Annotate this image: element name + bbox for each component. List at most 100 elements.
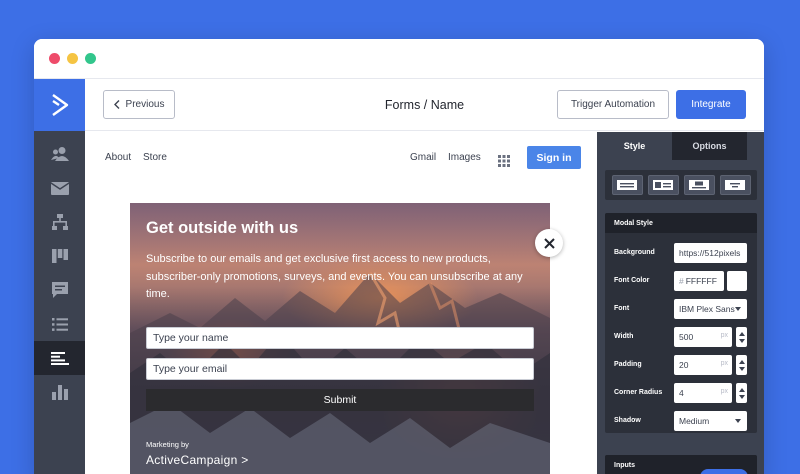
panel-tabs: Style Options: [597, 132, 764, 160]
padding-stepper[interactable]: [736, 355, 747, 375]
inputs-add-button[interactable]: [700, 469, 748, 474]
preview-signin-button[interactable]: Sign in: [527, 146, 581, 169]
layout-image-left-icon[interactable]: [647, 175, 679, 195]
padding-input[interactable]: 20 px: [674, 355, 732, 375]
decrement-icon[interactable]: [738, 394, 745, 399]
conversations-icon: [51, 282, 68, 298]
deals-icon: [51, 249, 68, 263]
chevron-left-icon: [113, 100, 120, 109]
corner-radius-value: 4: [679, 388, 684, 398]
modal-title: Get outside with us: [146, 219, 299, 237]
preview-nav-gmail[interactable]: Gmail: [410, 152, 436, 163]
nav-item-reports[interactable]: [34, 375, 85, 409]
width-value: 500: [679, 332, 694, 342]
decrement-icon[interactable]: [738, 338, 745, 343]
app-window: Previous Forms / Name Trigger Automation…: [34, 39, 764, 474]
shadow-select[interactable]: Medium: [674, 411, 747, 431]
font-color-swatch[interactable]: [727, 271, 747, 291]
width-label: Width: [614, 333, 634, 340]
shadow-label: Shadow: [614, 417, 641, 424]
width-stepper[interactable]: [736, 327, 747, 347]
padding-unit: px: [720, 360, 728, 367]
window-titlebar: [34, 39, 764, 79]
width-unit: px: [720, 332, 728, 339]
close-window-dot[interactable]: [49, 53, 60, 64]
tab-style-label: Style: [623, 141, 646, 151]
width-input[interactable]: 500 px: [674, 327, 732, 347]
layout-options: [605, 170, 757, 200]
close-icon: [543, 237, 555, 249]
font-select[interactable]: IBM Plex Sans: [674, 299, 747, 319]
trigger-automation-button[interactable]: Trigger Automation: [557, 90, 669, 119]
apps-grid-icon[interactable]: [498, 154, 510, 172]
lists-icon: [51, 317, 68, 331]
preview-nav-images[interactable]: Images: [448, 152, 481, 163]
preview-nav-about[interactable]: About: [105, 152, 131, 163]
preview-nav-store[interactable]: Store: [143, 152, 167, 163]
corner-radius-label: Corner Radius: [614, 389, 663, 396]
font-color-value: FFFFFF: [685, 276, 717, 286]
form-preview-canvas: About Store Gmail Images Sign in Get out…: [85, 132, 597, 474]
style-panel: Style Options Modal Style Background htt…: [597, 132, 764, 474]
email-input[interactable]: Type your email: [146, 358, 534, 380]
activecampaign-chevron-icon[interactable]: [34, 79, 85, 131]
forms-icon: [50, 351, 69, 365]
contacts-icon: [50, 146, 69, 162]
nav-item-forms[interactable]: [34, 341, 85, 375]
background-url-input[interactable]: https://512pixels: [674, 243, 747, 263]
modal-description: Subscribe to our emails and get exclusiv…: [146, 253, 523, 300]
tab-options[interactable]: Options: [672, 132, 747, 160]
font-label: Font: [614, 305, 630, 312]
marketing-by-label: Marketing by: [146, 440, 189, 449]
nav-item-contacts[interactable]: [34, 137, 85, 171]
integrate-button[interactable]: Integrate: [676, 90, 746, 119]
padding-label: Padding: [614, 361, 642, 368]
breadcrumb-parent[interactable]: Forms: [385, 98, 420, 112]
name-input[interactable]: Type your name: [146, 327, 534, 349]
modal-style-heading: Modal Style: [605, 213, 757, 233]
chevron-down-icon: [735, 419, 741, 423]
modal-style-section: Modal Style Background https://512pixels…: [605, 213, 757, 433]
decrement-icon[interactable]: [738, 366, 745, 371]
font-select-value: IBM Plex Sans: [679, 304, 735, 314]
shadow-select-value: Medium: [679, 416, 710, 426]
nav-item-automations[interactable]: [34, 205, 85, 239]
minimize-window-dot[interactable]: [67, 53, 78, 64]
form-modal: Get outside with us Subscribe to our ema…: [130, 203, 550, 474]
increment-icon[interactable]: [738, 359, 745, 364]
nav-item-campaigns[interactable]: [34, 171, 85, 205]
layout-centered-icon[interactable]: [719, 175, 751, 195]
inputs-section: Inputs: [605, 455, 757, 474]
padding-value: 20: [679, 360, 689, 370]
breadcrumb-current: Name: [430, 98, 465, 112]
left-nav: [34, 79, 85, 474]
automation-icon: [51, 214, 68, 230]
submit-label: Submit: [323, 394, 357, 406]
font-color-hash: #: [679, 276, 684, 286]
breadcrumb-separator: /: [420, 98, 431, 112]
chevron-down-icon: [735, 307, 741, 311]
nav-item-deals[interactable]: [34, 239, 85, 273]
corner-radius-input[interactable]: 4 px: [674, 383, 732, 403]
increment-icon[interactable]: [738, 331, 745, 336]
maximize-window-dot[interactable]: [85, 53, 96, 64]
background-label: Background: [614, 249, 655, 256]
mail-icon: [50, 181, 69, 195]
corner-radius-stepper[interactable]: [736, 383, 747, 403]
trigger-automation-label: Trigger Automation: [570, 99, 656, 110]
modal-close-button[interactable]: [535, 229, 563, 257]
tab-style[interactable]: Style: [597, 132, 672, 160]
font-color-input[interactable]: # FFFFFF: [674, 271, 724, 291]
layout-full-icon[interactable]: [611, 175, 643, 195]
nav-item-lists[interactable]: [34, 307, 85, 341]
submit-button[interactable]: Submit: [146, 389, 534, 411]
previous-label: Previous: [125, 99, 165, 110]
layout-image-top-icon[interactable]: [683, 175, 715, 195]
corner-radius-unit: px: [720, 388, 728, 395]
increment-icon[interactable]: [738, 387, 745, 392]
signin-label: Sign in: [536, 151, 572, 164]
font-color-label: Font Color: [614, 277, 650, 284]
previous-button[interactable]: Previous: [103, 90, 175, 119]
nav-item-conversations[interactable]: [34, 273, 85, 307]
activecampaign-brand[interactable]: ActiveCampaign >: [146, 453, 249, 467]
